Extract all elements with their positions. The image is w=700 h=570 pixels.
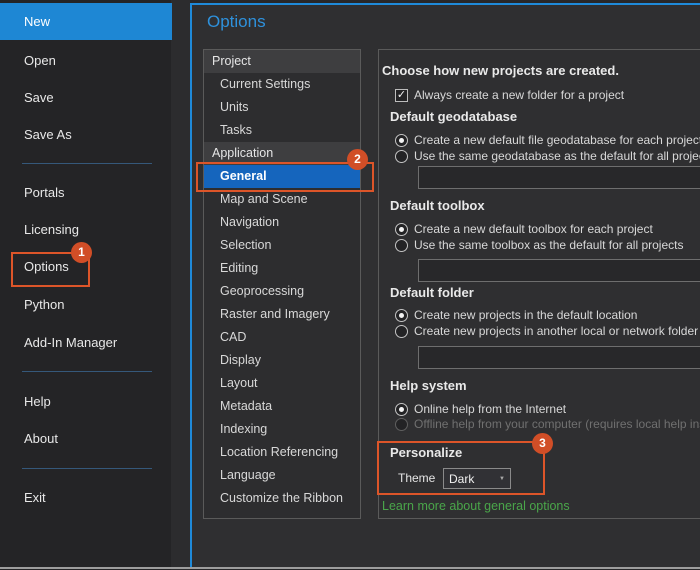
- sidebar-item-options[interactable]: Options: [0, 255, 172, 279]
- radio-offline-help: Offline help from your computer (require…: [395, 416, 700, 432]
- nav-item-navigation[interactable]: Navigation: [204, 211, 360, 234]
- radio-projects-other-folder[interactable]: Create new projects in another local or …: [395, 323, 698, 339]
- nav-group-application: Application: [204, 142, 360, 165]
- radio-label: Create new projects in the default locat…: [414, 308, 638, 322]
- default-folder-heading: Default folder: [390, 285, 474, 300]
- sidebar-item-python[interactable]: Python: [0, 293, 172, 317]
- nav-item-geoprocessing[interactable]: Geoprocessing: [204, 280, 360, 303]
- nav-item-location-referencing[interactable]: Location Referencing: [204, 441, 360, 464]
- panel-intro-heading: Choose how new projects are created.: [382, 63, 619, 78]
- nav-item-metadata[interactable]: Metadata: [204, 395, 360, 418]
- personalize-heading: Personalize: [390, 445, 463, 460]
- radio-unselected-icon: [395, 417, 408, 431]
- sidebar-item-save[interactable]: Save: [0, 86, 172, 110]
- radio-label: Online help from the Internet: [414, 402, 567, 416]
- default-toolbox-heading: Default toolbox: [390, 198, 485, 213]
- accent-border-horizontal: [190, 3, 700, 5]
- nav-item-editing[interactable]: Editing: [204, 257, 360, 280]
- options-category-list: Project Current Settings Units Tasks App…: [203, 49, 361, 519]
- geodatabase-path-input[interactable]: [418, 166, 700, 189]
- accent-border-vertical: [190, 3, 192, 568]
- window-bottom-edge: [0, 567, 700, 569]
- sidebar-item-licensing[interactable]: Licensing: [0, 218, 172, 242]
- radio-unselected-icon: [395, 149, 408, 163]
- radio-projects-default-location[interactable]: Create new projects in the default locat…: [395, 307, 637, 323]
- sidebar-item-portals[interactable]: Portals: [0, 181, 172, 205]
- chevron-down-icon: ▼: [499, 475, 505, 482]
- sidebar-item-save-as[interactable]: Save As: [0, 123, 172, 147]
- nav-item-tasks[interactable]: Tasks: [204, 119, 360, 142]
- theme-label: Theme: [398, 471, 436, 485]
- checkbox-label: Always create a new folder for a project: [414, 88, 625, 102]
- always-create-folder-checkbox[interactable]: ✓ Always create a new folder for a proje…: [395, 87, 624, 103]
- sidebar-item-add-in-manager[interactable]: Add-In Manager: [0, 331, 172, 355]
- nav-item-layout[interactable]: Layout: [204, 372, 360, 395]
- folder-path-input[interactable]: [418, 346, 700, 369]
- sidebar-item-help[interactable]: Help: [0, 390, 172, 414]
- sidebar-divider: [22, 468, 152, 469]
- nav-item-raster-and-imagery[interactable]: Raster and Imagery: [204, 303, 360, 326]
- nav-item-current-settings[interactable]: Current Settings: [204, 73, 360, 96]
- radio-label: Create new projects in another local or …: [414, 324, 699, 338]
- page-title: Options: [207, 12, 266, 31]
- callout-badge-step3: 3: [532, 433, 553, 454]
- sidebar-divider: [22, 371, 152, 372]
- sidebar-item-open[interactable]: Open: [0, 49, 172, 73]
- default-geodatabase-heading: Default geodatabase: [390, 109, 518, 124]
- radio-same-geodatabase-all-projects[interactable]: Use the same geodatabase as the default …: [395, 148, 700, 164]
- radio-same-toolbox-all-projects[interactable]: Use the same toolbox as the default for …: [395, 237, 683, 253]
- theme-dropdown-value: Dark: [449, 471, 475, 486]
- radio-selected-icon: [395, 133, 408, 147]
- nav-item-indexing[interactable]: Indexing: [204, 418, 360, 441]
- radio-label: Offline help from your computer (require…: [414, 417, 700, 431]
- help-system-heading: Help system: [390, 378, 467, 393]
- radio-label: Use the same toolbox as the default for …: [414, 238, 684, 252]
- radio-unselected-icon: [395, 324, 408, 338]
- nav-item-units[interactable]: Units: [204, 96, 360, 119]
- radio-label: Create a new default file geodatabase fo…: [414, 133, 700, 147]
- radio-unselected-icon: [395, 238, 408, 252]
- nav-group-project: Project: [204, 50, 360, 73]
- sidebar-item-about[interactable]: About: [0, 427, 172, 451]
- radio-online-help[interactable]: Online help from the Internet: [395, 401, 566, 417]
- radio-label: Create a new default toolbox for each pr…: [414, 222, 653, 236]
- nav-item-cad[interactable]: CAD: [204, 326, 360, 349]
- radio-new-toolbox-each-project[interactable]: Create a new default toolbox for each pr…: [395, 221, 653, 237]
- sidebar-divider: [22, 163, 152, 164]
- nav-item-general[interactable]: General: [204, 165, 360, 188]
- nav-item-customize-the-ribbon[interactable]: Customize the Ribbon: [204, 487, 360, 510]
- sidebar-item-exit[interactable]: Exit: [0, 486, 172, 510]
- radio-new-geodatabase-each-project[interactable]: Create a new default file geodatabase fo…: [395, 132, 700, 148]
- radio-label: Use the same geodatabase as the default …: [414, 149, 700, 163]
- sidebar-edge-strip: [171, 0, 190, 570]
- checkbox-checked-icon: ✓: [395, 88, 408, 102]
- general-options-panel: Choose how new projects are created. ✓ A…: [377, 49, 700, 519]
- radio-selected-icon: [395, 222, 408, 236]
- nav-item-language[interactable]: Language: [204, 464, 360, 487]
- app-menu-sidebar: New Open Save Save As Portals Licensing …: [0, 0, 190, 570]
- sidebar-item-new[interactable]: New: [0, 3, 172, 40]
- radio-selected-icon: [395, 308, 408, 322]
- toolbox-path-input[interactable]: [418, 259, 700, 282]
- radio-selected-icon: [395, 402, 408, 416]
- nav-item-map-and-scene[interactable]: Map and Scene: [204, 188, 360, 211]
- nav-item-display[interactable]: Display: [204, 349, 360, 372]
- learn-more-link[interactable]: Learn more about general options: [382, 498, 570, 514]
- theme-dropdown[interactable]: Dark ▼: [443, 468, 511, 489]
- nav-item-selection[interactable]: Selection: [204, 234, 360, 257]
